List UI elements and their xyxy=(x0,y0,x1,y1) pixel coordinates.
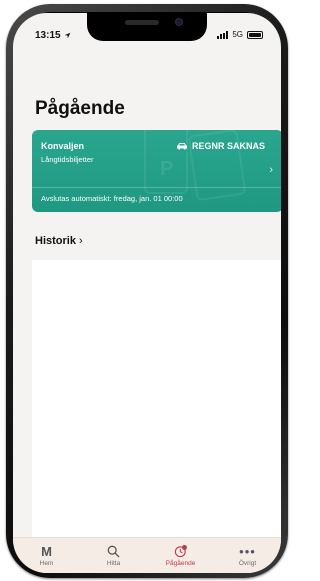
ticket-type: Långtidsbiljetter xyxy=(41,155,94,164)
history-link[interactable]: Historik › xyxy=(35,235,83,247)
location-arrow-icon xyxy=(65,32,71,39)
search-icon xyxy=(107,544,120,558)
app-screen: 13:15 5G Pågående P Konvaljen REGNR SAKN… xyxy=(13,13,281,573)
network-type: 5G xyxy=(232,30,243,39)
tab-home-label: Hem xyxy=(39,560,54,567)
tab-find[interactable]: Hitta xyxy=(89,544,139,567)
more-icon: ••• xyxy=(239,543,256,559)
logo-m-icon: M xyxy=(41,543,52,559)
speaker-grille xyxy=(125,20,159,25)
auto-end-info: Avslutas automatiskt: fredag, jan. 01 00… xyxy=(41,194,183,203)
car-icon xyxy=(176,143,187,150)
parking-zone-name: Konvaljen xyxy=(41,141,85,151)
chevron-right-icon: › xyxy=(269,164,273,176)
card-background-parking-icon: P xyxy=(160,158,174,180)
tab-bar: M Hem Hitta Pågående ••• Övrigt xyxy=(13,537,281,573)
page-title: Pågående xyxy=(35,98,125,119)
status-bar-indicators: 5G xyxy=(217,30,263,39)
signal-strength-icon xyxy=(217,30,229,39)
vehicle-plate: REGNR SAKNAS xyxy=(176,141,265,151)
front-camera xyxy=(175,18,183,26)
ongoing-clock-icon xyxy=(174,544,188,558)
tab-home[interactable]: M Hem xyxy=(22,543,72,568)
battery-icon xyxy=(247,30,263,39)
card-divider xyxy=(32,187,281,188)
tab-find-label: Hitta xyxy=(106,560,121,567)
tab-more[interactable]: ••• Övrigt xyxy=(223,543,273,568)
tab-more-label: Övrigt xyxy=(238,560,257,567)
device-notch xyxy=(87,13,207,41)
chevron-right-icon: › xyxy=(78,235,83,247)
history-label: Historik xyxy=(35,235,76,247)
tab-ongoing[interactable]: Pågående xyxy=(156,544,206,567)
history-list-area xyxy=(32,260,281,540)
vehicle-plate-text: REGNR SAKNAS xyxy=(191,141,265,151)
ongoing-parking-card[interactable]: P Konvaljen REGNR SAKNAS Långtidsbiljett… xyxy=(32,130,281,212)
tab-ongoing-label: Pågående xyxy=(165,560,196,567)
status-bar-time: 13:15 xyxy=(35,30,71,41)
